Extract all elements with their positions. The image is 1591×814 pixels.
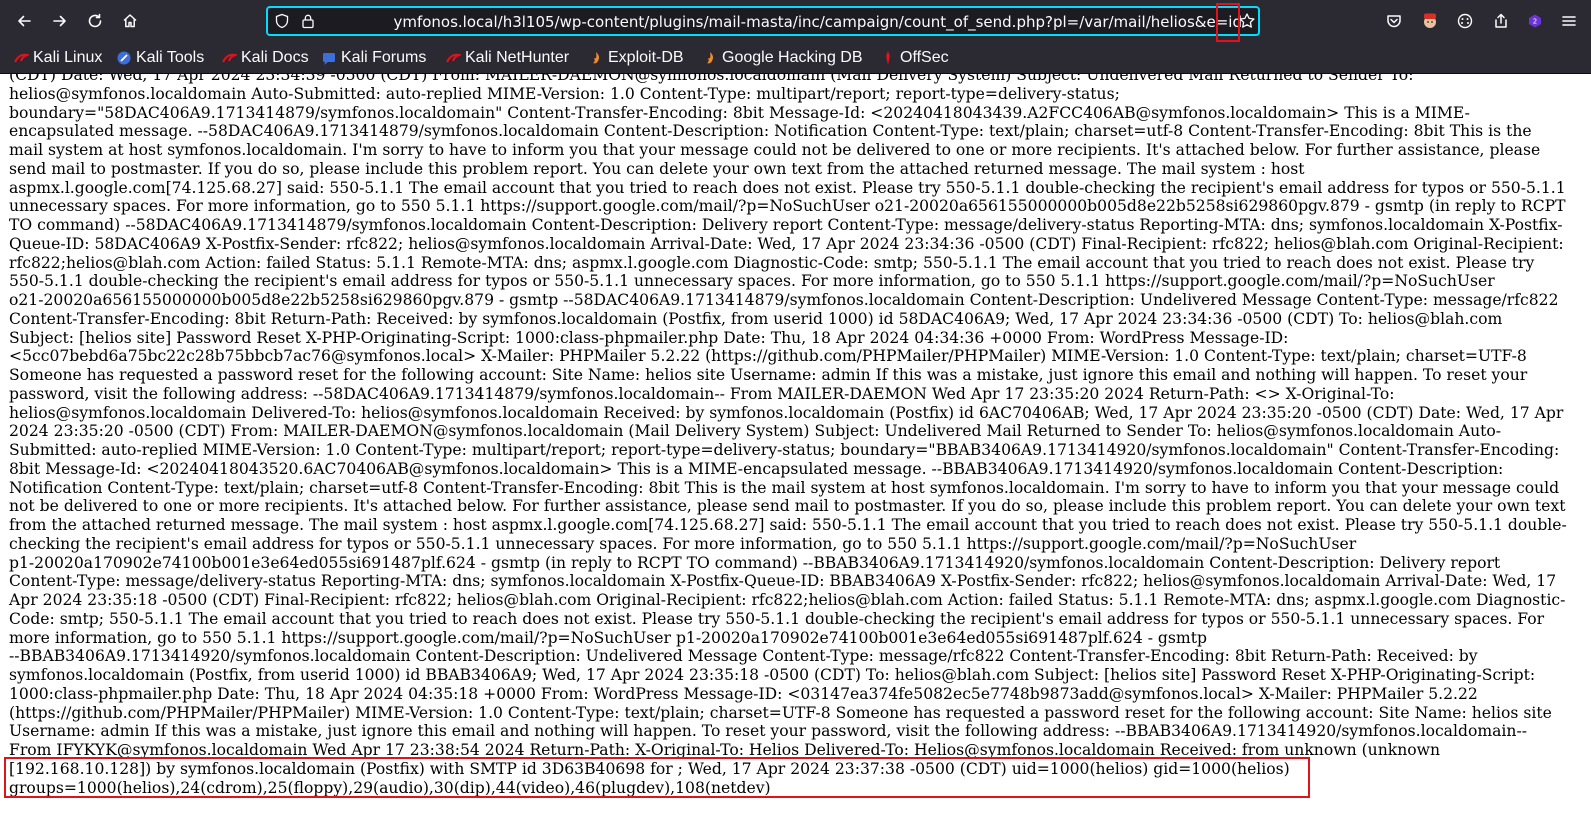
text-line: Queue-ID: 58DAC406A9 X-Postfix-Sender: r… [9, 234, 1564, 253]
lock-icon[interactable] [300, 13, 316, 29]
text-line: groups=1000(helios),24(cdrom),25(floppy)… [9, 778, 771, 797]
bookmark-kali-nethunter[interactable]: Kali NetHunter [445, 48, 569, 68]
bookmark-offsec[interactable]: OffSec [880, 48, 949, 68]
text-line: aspmx.l.google.com[74.125.68.27] said: 5… [9, 178, 1566, 197]
text-line: o21-20020a656155000000b005d8e22b5258si62… [9, 291, 1559, 309]
text-line: 1000:class-phpmailer.php Date: Thu, 18 A… [9, 684, 1478, 703]
share-icon[interactable] [1488, 8, 1514, 34]
text-line: more information, go to 550 5.1.1 https:… [9, 628, 1207, 647]
offsec-icon [886, 51, 890, 65]
bookmark-label: Kali Forums [341, 49, 427, 66]
url-bar[interactable]: ymfonos.local/h3l105/wp-content/plugins/… [266, 6, 1260, 36]
text-line: From IFYKYK@symfonos.localdomain Wed Apr… [9, 741, 1441, 759]
text-line: Content-Transfer-Encoding: 8bit Return-P… [9, 309, 1503, 328]
url-text: ymfonos.local/h3l105/wp-content/plugins/… [393, 13, 1242, 31]
bookmark-kali-linux[interactable]: Kali Linux [13, 48, 102, 68]
text-line: checking the recipient's email address f… [9, 534, 1357, 553]
text-line: from the attached returned message. The … [9, 516, 1567, 534]
tracking-shield-icon[interactable] [274, 13, 290, 29]
url-input[interactable]: ymfonos.local/h3l105/wp-content/plugins/… [324, 12, 1242, 32]
text-line: <5cc07bebd6a75bc22c28b75bbcb7ac76@symfon… [9, 347, 1527, 366]
text-line: Apr 2024 23:35:18 -0500 (CDT) Final-Reci… [9, 591, 1566, 609]
reload-icon[interactable] [82, 8, 108, 34]
kali-dragon-icon [446, 53, 461, 63]
text-line: encapsulated message. --58DAC406A9.17134… [9, 122, 1532, 141]
text-line: send mail to postmaster. If you do so, p… [9, 159, 1305, 178]
bookmark-star-icon[interactable] [1238, 12, 1256, 30]
kali-dragon-icon [222, 53, 237, 63]
kali-forums-icon [323, 53, 335, 65]
kali-dragon-icon [14, 53, 29, 63]
bookmark-label: Exploit-DB [608, 49, 684, 66]
bookmark-label: Kali NetHunter [465, 49, 570, 66]
text-line: boundary="58DAC406A9.1713414879/symfonos… [9, 103, 1470, 122]
text-line: (https://github.com/PHPMailer/PHPMailer)… [9, 703, 1552, 722]
text-line: TO command) --58DAC406A9.1713414879/symf… [9, 216, 1563, 234]
text-line: not be delivered to one or more recipien… [9, 497, 1566, 516]
mail-log-output: (CDT) Date: Wed, 17 Apr 2024 23:34:39 -0… [9, 74, 1591, 797]
text-line: 8bit Message-Id: <20240418043520.6AC7040… [9, 459, 1504, 478]
text-line: 2024 23:35:20 -0500 (CDT) From: MAILER-D… [9, 422, 1502, 441]
bookmark-label: Kali Docs [241, 49, 309, 66]
extensions-icon[interactable] [1452, 8, 1478, 34]
kali-tools-icon [117, 51, 131, 65]
browser-toolbar: ymfonos.local/h3l105/wp-content/plugins/… [0, 0, 1591, 42]
text-line: Username: admin If this was a mistake, j… [9, 722, 1527, 741]
text-line: (CDT) Date: Wed, 17 Apr 2024 23:34:39 -0… [9, 74, 1414, 84]
bookmark-label: OffSec [900, 49, 949, 66]
menu-icon[interactable] [1556, 8, 1582, 34]
text-line: Content-Type: message/delivery-status Re… [9, 572, 1557, 591]
page-content: (CDT) Date: Wed, 17 Apr 2024 23:34:39 -0… [0, 74, 1591, 814]
bookmarks-bar: Kali Linux Kali Tools Kali Docs Kali For… [0, 42, 1591, 74]
bookmark-label: Kali Tools [136, 49, 205, 66]
text-line: mail system at host symfonos.localdomain… [9, 141, 1541, 159]
text-line: Code: smtp; 550-5.1.1 The email account … [9, 609, 1545, 628]
forward-arrow-icon[interactable] [47, 8, 73, 34]
text-line: Notification Content-Type: text/plain; c… [9, 478, 1560, 497]
text-line: unnecessary spaces. For more information… [9, 197, 1566, 216]
pocket-icon[interactable] [1381, 8, 1407, 34]
bookmark-kali-tools[interactable]: Kali Tools [116, 48, 204, 68]
bookmark-label: Google Hacking DB [722, 49, 863, 66]
home-icon[interactable] [117, 8, 143, 34]
text-line: symfonos.localdomain (Postfix, from user… [9, 666, 1536, 684]
text-line: Someone has requested a password reset f… [9, 366, 1528, 384]
profile-icon[interactable] [1417, 8, 1443, 34]
text-line: p1-20020a170902e74100b001e3e64ed055si691… [9, 553, 1501, 572]
hackbar-icon[interactable]: 2 [1522, 8, 1548, 34]
bookmark-kali-forums[interactable]: Kali Forums [321, 48, 426, 68]
text-line: rfc822;helios@blah.com Action: failed St… [9, 253, 1535, 272]
svg-text:2: 2 [1533, 18, 1537, 26]
text-line: helios@symfonos.localdomain Auto-Submitt… [9, 84, 1120, 103]
text-line: helios@symfonos.localdomain Delivered-To… [9, 403, 1564, 422]
bookmark-exploit-db[interactable]: Exploit-DB [588, 48, 684, 68]
bookmark-label: Kali Linux [33, 49, 103, 66]
text-line: [192.168.10.128]) by symfonos.localdomai… [9, 759, 1290, 778]
text-line: password, visit the following address: -… [9, 384, 1395, 403]
back-arrow-icon[interactable] [11, 8, 37, 34]
bookmark-kali-docs[interactable]: Kali Docs [221, 48, 309, 68]
exploit-db-icon [707, 52, 714, 64]
bookmark-google-hacking-db[interactable]: Google Hacking DB [702, 48, 863, 68]
text-line: 550-5.1.1 double-checking the recipient'… [9, 272, 1495, 291]
text-line: Submitted: auto-replied MIME-Version: 1.… [9, 441, 1560, 459]
exploit-db-icon [593, 52, 600, 64]
text-line: --BBAB3406A9.1713414920/symfonos.localdo… [9, 647, 1478, 666]
text-line: Subject: [helios site] Password Reset X-… [9, 328, 1289, 347]
